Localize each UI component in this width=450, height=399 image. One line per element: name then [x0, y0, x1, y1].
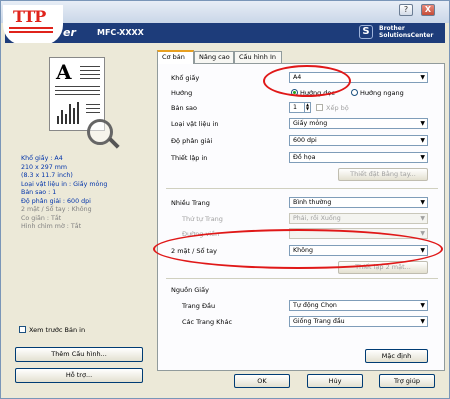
settings-summary: Khổ giấy : A4 210 x 297 mm (8.3 x 11.7 i…	[21, 155, 151, 232]
resolution-select[interactable]: 600 dpi ▼	[289, 135, 428, 146]
dropdown-arrow-icon: ▼	[420, 302, 425, 309]
summary-dims-mm: 210 x 297 mm	[21, 163, 68, 171]
add-profile-button[interactable]: Thêm Cấu hình...	[15, 347, 143, 362]
summary-duplex: 2 mặt / Sổ tay : Không	[21, 206, 92, 213]
preview-chart-icon	[55, 100, 83, 124]
print-preview-label: Xem trước Bản in	[29, 326, 86, 334]
page-order-value: Phải, rồi Xuống	[293, 215, 341, 222]
first-page-label: Trang Đầu	[182, 302, 216, 310]
duplex-settings-button[interactable]: Thiết lập 2 mặt...	[338, 261, 428, 274]
help-button[interactable]: Trợ giúp	[379, 374, 435, 388]
left-panel: A Khổ giấy : A4 210 x 297 mm (8.3 x 11.7…	[5, 43, 151, 398]
dropdown-arrow-icon: ▼	[420, 120, 425, 127]
other-pages-label: Các Trang Khác	[182, 318, 233, 326]
orientation-label: Hướng	[171, 89, 193, 97]
watermark-logo: TTP	[3, 5, 63, 45]
copies-label: Bản sao	[171, 104, 197, 112]
help-window-button[interactable]: ?	[399, 4, 413, 16]
collate-checkbox-box[interactable]	[316, 104, 323, 111]
checkbox-box[interactable]	[19, 326, 26, 333]
other-pages-select[interactable]: Giống Trang đầu ▼	[289, 316, 428, 327]
copies-stepper[interactable]: 1 ▲ ▼	[289, 102, 311, 113]
summary-copies: Bản sao : 1	[21, 189, 57, 196]
dropdown-arrow-icon: ▼	[420, 199, 425, 206]
resolution-value: 600 dpi	[293, 137, 317, 144]
first-page-select[interactable]: Tự động Chọn ▼	[289, 300, 428, 311]
dropdown-arrow-icon: ▼	[420, 154, 425, 161]
page-order-select[interactable]: Phải, rồi Xuống ▼	[289, 213, 428, 224]
summary-scaling: Co giãn : Tắt	[21, 214, 62, 222]
media-type-select[interactable]: Giấy mỏng ▼	[289, 118, 428, 129]
print-settings-label: Thiết lập in	[171, 154, 208, 162]
tab-print-profiles[interactable]: Cấu hình In	[234, 51, 282, 63]
paper-size-value: A4	[293, 74, 302, 81]
paper-source-label: Nguồn Giấy	[171, 286, 209, 294]
collate-label: Xếp bộ	[326, 104, 349, 112]
paper-size-label: Khổ giấy	[171, 74, 200, 82]
preview-letter-a-icon: A	[56, 60, 72, 84]
support-button[interactable]: Hỗ trợ...	[15, 368, 143, 383]
dropdown-arrow-icon: ▼	[420, 230, 425, 237]
portrait-radio[interactable]: Hướng dọc	[291, 89, 335, 97]
solutions-center-line1: Brother	[379, 25, 405, 32]
media-type-value: Giấy mỏng	[293, 120, 328, 127]
duplex-select[interactable]: Không ▼	[289, 245, 428, 256]
paper-size-select[interactable]: A4 ▼	[289, 72, 428, 83]
first-page-value: Tự động Chọn	[293, 302, 337, 309]
summary-watermark: Hình chìm mờ : Tắt	[21, 223, 82, 230]
dropdown-arrow-icon: ▼	[420, 74, 425, 81]
multiple-page-label: Nhiều Trang	[171, 199, 210, 207]
multiple-page-select[interactable]: Bình thường ▼	[289, 197, 428, 208]
border-line-label: Đường viền	[182, 230, 220, 238]
summary-resolution: Độ phân giải : 600 dpi	[21, 197, 91, 205]
default-button[interactable]: Mặc định	[365, 349, 428, 363]
resolution-label: Độ phân giải	[171, 137, 213, 145]
printer-preferences-window: ? X er MFC-XXXX S Brother SolutionsCente…	[0, 0, 450, 399]
other-pages-value: Giống Trang đầu	[293, 318, 345, 325]
border-line-select[interactable]: ▼	[289, 228, 428, 239]
solutions-center-link[interactable]: S Brother SolutionsCenter	[359, 24, 439, 42]
dropdown-arrow-icon: ▼	[420, 215, 425, 222]
summary-paper-size: Khổ giấy : A4	[21, 155, 63, 162]
manual-settings-button[interactable]: Thiết đặt Bằng tay...	[338, 168, 428, 181]
copies-value: 1	[293, 104, 298, 111]
collate-checkbox[interactable]: Xếp bộ	[316, 104, 349, 112]
tab-advanced[interactable]: Nâng cao	[194, 51, 234, 63]
summary-dims-in: (8.3 x 11.7 inch)	[21, 172, 73, 179]
title-bar: ? X	[1, 1, 449, 23]
print-settings-value: Đồ họa	[293, 154, 316, 161]
tab-basic[interactable]: Cơ bản	[157, 50, 194, 64]
close-window-button[interactable]: X	[421, 4, 435, 16]
media-type-label: Loại vật liệu in	[171, 120, 219, 128]
dropdown-arrow-icon: ▼	[420, 137, 425, 144]
model-name: MFC-XXXX	[97, 28, 144, 37]
spin-arrows-icon[interactable]: ▲ ▼	[304, 103, 310, 112]
duplex-value: Không	[293, 247, 313, 254]
solutions-center-line2: SolutionsCenter	[379, 32, 434, 39]
portrait-label: Hướng dọc	[300, 89, 335, 97]
multiple-page-value: Bình thường	[293, 199, 332, 206]
brand-name-fragment: er	[63, 26, 76, 39]
page-order-label: Thứ tự Trang	[182, 215, 223, 223]
print-preview-checkbox[interactable]: Xem trước Bản in	[19, 326, 85, 336]
ok-button[interactable]: OK	[234, 374, 290, 388]
logo-text: TTP	[13, 7, 46, 26]
landscape-label: Hướng ngang	[360, 89, 404, 97]
dropdown-arrow-icon: ▼	[420, 247, 425, 254]
print-settings-select[interactable]: Đồ họa ▼	[289, 152, 428, 163]
cancel-button[interactable]: Hủy	[307, 374, 363, 388]
dropdown-arrow-icon: ▼	[420, 318, 425, 325]
solutions-center-icon: S	[359, 25, 373, 39]
duplex-label: 2 mặt / Sổ tay	[171, 247, 217, 255]
radio-unselected-icon[interactable]	[351, 89, 358, 96]
radio-selected-icon[interactable]	[291, 89, 298, 96]
basic-tab-panel: Khổ giấy A4 ▼ Hướng Hướng dọc Hướng ngang…	[157, 63, 445, 371]
landscape-radio[interactable]: Hướng ngang	[351, 89, 404, 97]
summary-media-type: Loại vật liệu in : Giấy mỏng	[21, 180, 108, 188]
